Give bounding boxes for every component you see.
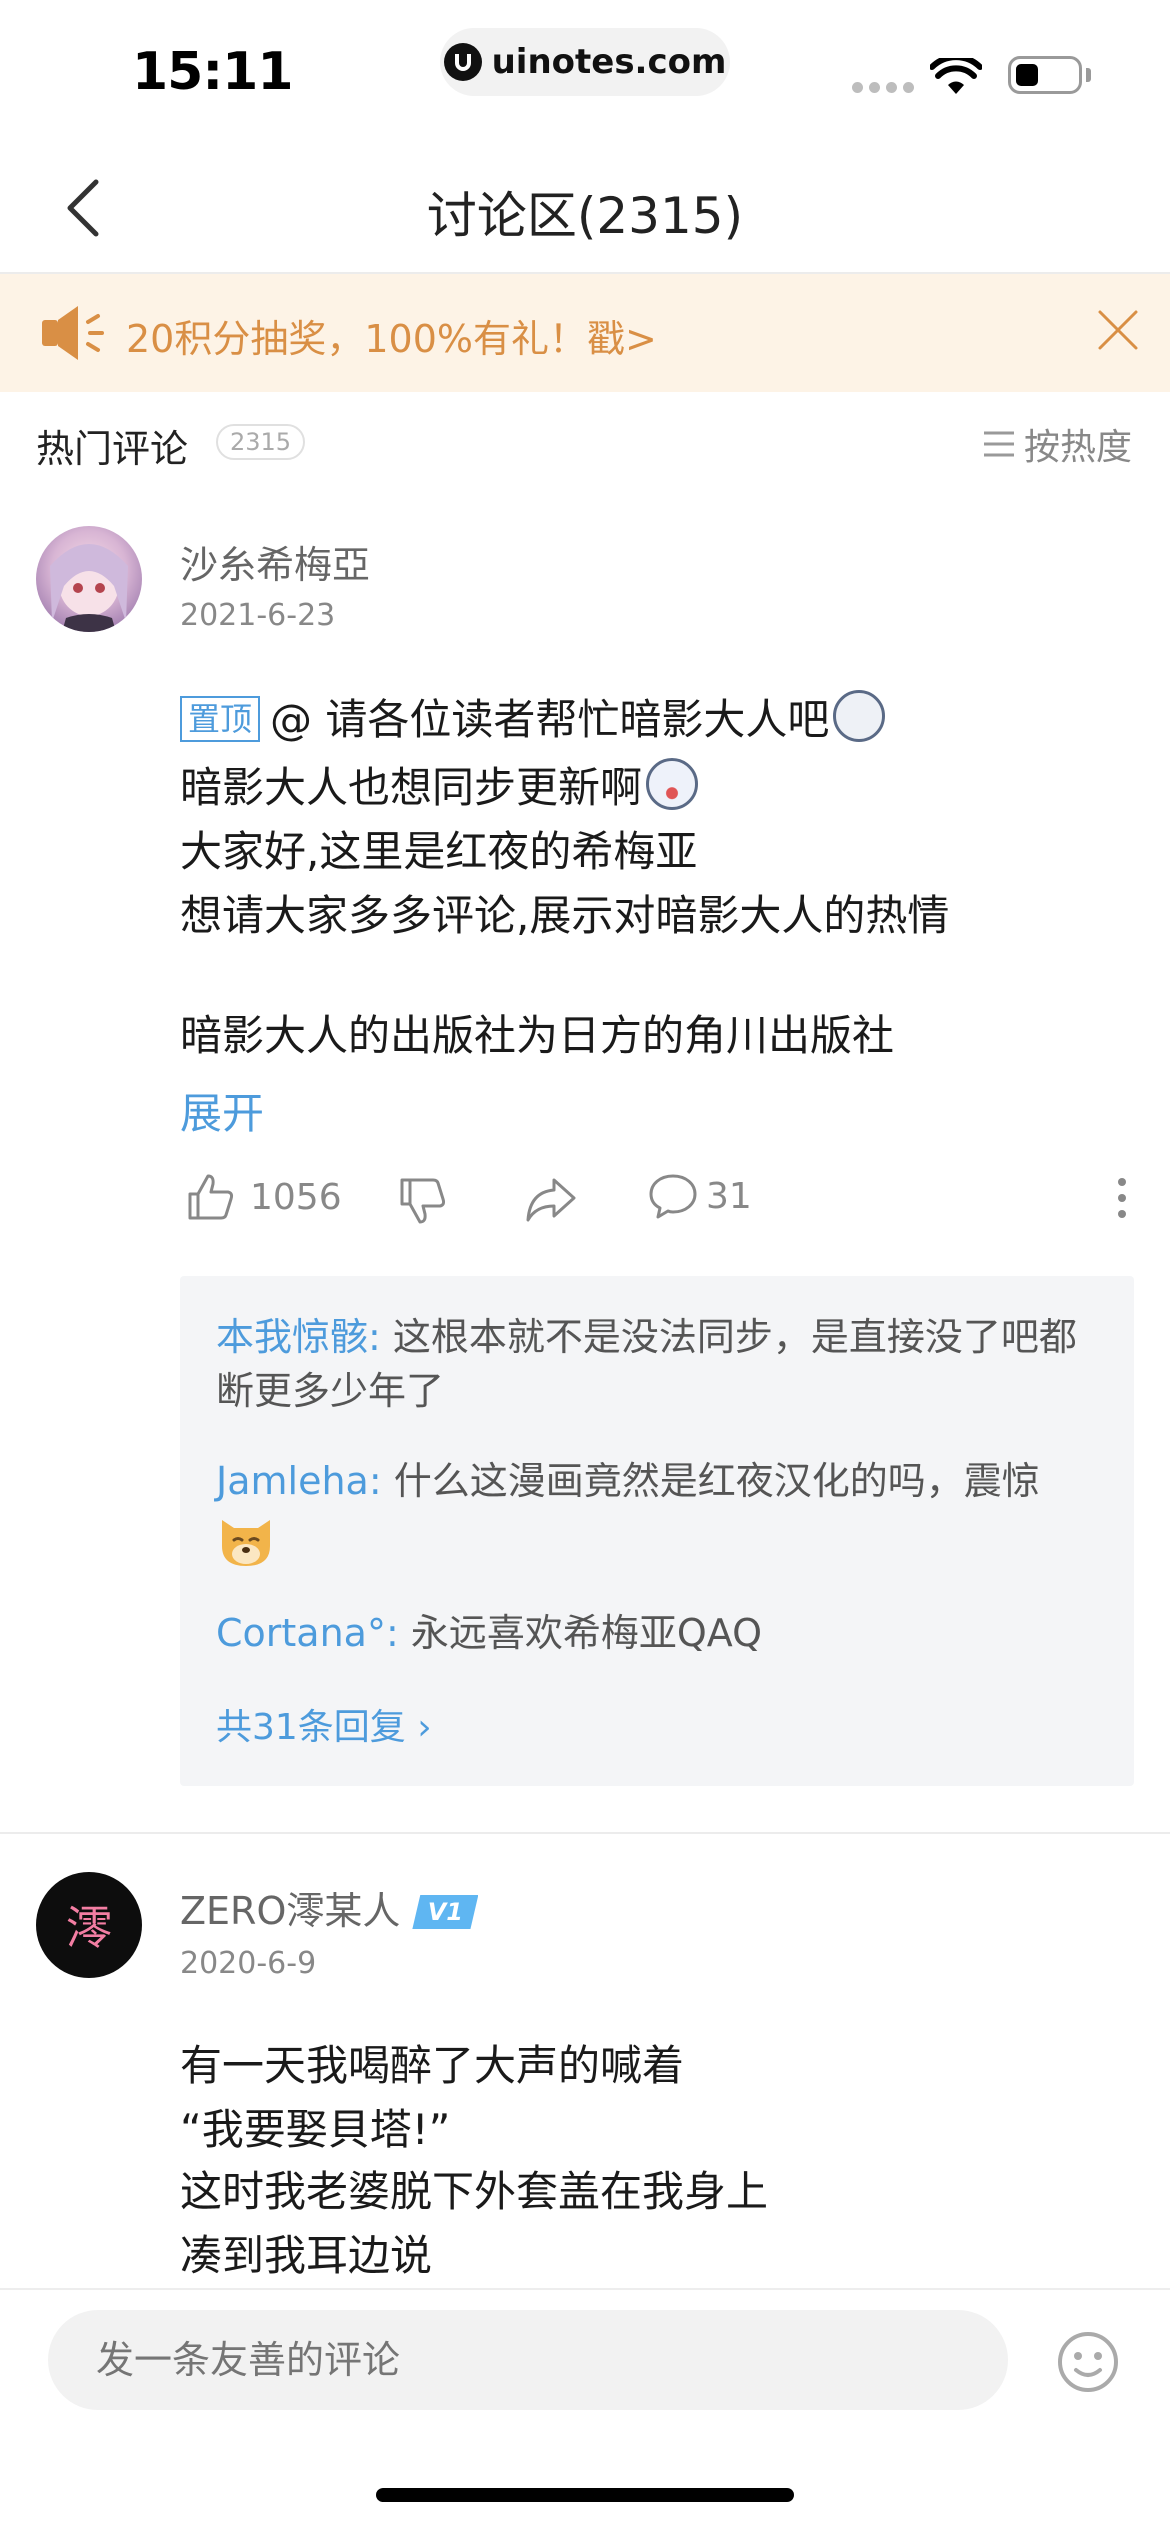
reply-text: 永远喜欢希梅亚QAQ	[398, 1611, 762, 1655]
comment-line-text: “我要娶貝塔!”	[180, 2105, 451, 2154]
doge-emoji-icon	[222, 1520, 270, 1566]
battery-icon	[1008, 56, 1082, 94]
url-pill[interactable]: uinotes.com	[440, 28, 730, 96]
comment-bubble-icon	[649, 1174, 697, 1219]
comment-username[interactable]: ZERO澪某人	[180, 1889, 400, 1933]
url-text: uinotes.com	[491, 42, 727, 82]
like-count: 1056	[250, 1176, 342, 1218]
reply-text-continued: 断更多少年了	[216, 1369, 445, 1413]
sort-label: 按热度	[1024, 427, 1133, 468]
comment-line-text: 凑到我耳边说	[180, 2231, 433, 2280]
back-arrow-icon[interactable]	[56, 168, 116, 248]
cellular-signal-icon	[852, 82, 914, 93]
reply-username[interactable]: Jamleha:	[216, 1459, 382, 1503]
speaker-icon	[42, 306, 104, 360]
comment-line-text: 有一天我喝醉了大声的喊着	[180, 2041, 685, 2090]
page-title: 讨论区(2315)	[426, 187, 744, 245]
site-logo-icon	[443, 43, 482, 81]
reply-button[interactable]: 31	[648, 1172, 752, 1220]
comment-date: 2021-6-23	[180, 598, 336, 633]
more-options-icon[interactable]	[1112, 1176, 1132, 1220]
comment-line-text: 这时我老婆脱下外套盖在我身上	[180, 2167, 769, 2216]
battery-tip	[1086, 68, 1091, 82]
reply-text: 这根本就不是没法同步，是直接没了吧都	[380, 1315, 1077, 1359]
section-title: 热门评论	[36, 427, 189, 471]
promo-text[interactable]: 20积分抽奖，100%有礼！戳>	[126, 308, 657, 363]
emoji-icon[interactable]	[1056, 2330, 1120, 2394]
comment-date: 2020-6-9	[180, 1946, 317, 1981]
wifi-icon	[930, 58, 982, 94]
comment-line-text: @ 请各位读者帮忙暗影大人吧	[270, 695, 830, 744]
shocked-emoji-icon	[646, 758, 699, 810]
comment-line-text: 大家好,这里是红夜的希梅亚	[180, 827, 698, 876]
comment-line: 置顶 @ 请各位读者帮忙暗影大人吧	[180, 686, 886, 747]
pinned-badge: 置顶	[180, 696, 261, 742]
view-all-replies-link[interactable]: 共31条回复 ›	[216, 1698, 432, 1750]
reply-item[interactable]: 本我惊骸: 这根本就不是没法同步，是直接没了吧都	[216, 1310, 1116, 1364]
close-icon[interactable]	[1096, 308, 1140, 352]
reply-item[interactable]: Jamleha: 什么这漫画竟然是红夜汉化的吗，震惊	[216, 1454, 1116, 1508]
comment-divider	[0, 1832, 1170, 1834]
sort-button[interactable]: 按热度	[982, 418, 1132, 470]
status-time: 15:11	[132, 42, 294, 102]
like-button[interactable]: 1056	[186, 1172, 342, 1222]
comment-line-text: 想请大家多多评论,展示对暗影大人的热情	[180, 891, 950, 940]
reply-username[interactable]: 本我惊骸:	[216, 1315, 381, 1359]
comment-line: 暗影大人也想同步更新啊	[180, 754, 699, 815]
comment-input[interactable]	[48, 2310, 1008, 2410]
avatar[interactable]: 澪	[36, 1872, 142, 1978]
comment-line-text: 暗影大人也想同步更新啊	[180, 763, 643, 812]
share-icon[interactable]	[524, 1176, 578, 1224]
level-badge: V1	[412, 1895, 479, 1929]
comment-username-row[interactable]: ZERO澪某人 V1	[180, 1880, 479, 1935]
comment-count-badge: 2315	[216, 424, 306, 460]
home-indicator	[376, 2488, 794, 2502]
comment-username[interactable]: 沙糸希梅亞	[180, 534, 370, 589]
menu-lines-icon	[984, 431, 1014, 457]
avatar[interactable]	[36, 526, 142, 632]
crying-emoji-icon	[833, 690, 886, 742]
reply-item[interactable]: Cortana°: 永远喜欢希梅亚QAQ	[216, 1606, 1116, 1660]
comment-line-text: 暗影大人的出版社为日方的角川出版社	[180, 1011, 895, 1060]
thumbs-down-icon[interactable]	[398, 1176, 448, 1226]
thumbs-up-icon	[188, 1174, 234, 1220]
reply-count: 31	[706, 1175, 752, 1217]
expand-link[interactable]: 展开	[180, 1080, 264, 1141]
avatar-text: 澪	[66, 1901, 112, 1955]
reply-username[interactable]: Cortana°:	[216, 1611, 399, 1655]
reply-text: 什么这漫画竟然是红夜汉化的吗，震惊	[381, 1459, 1040, 1503]
